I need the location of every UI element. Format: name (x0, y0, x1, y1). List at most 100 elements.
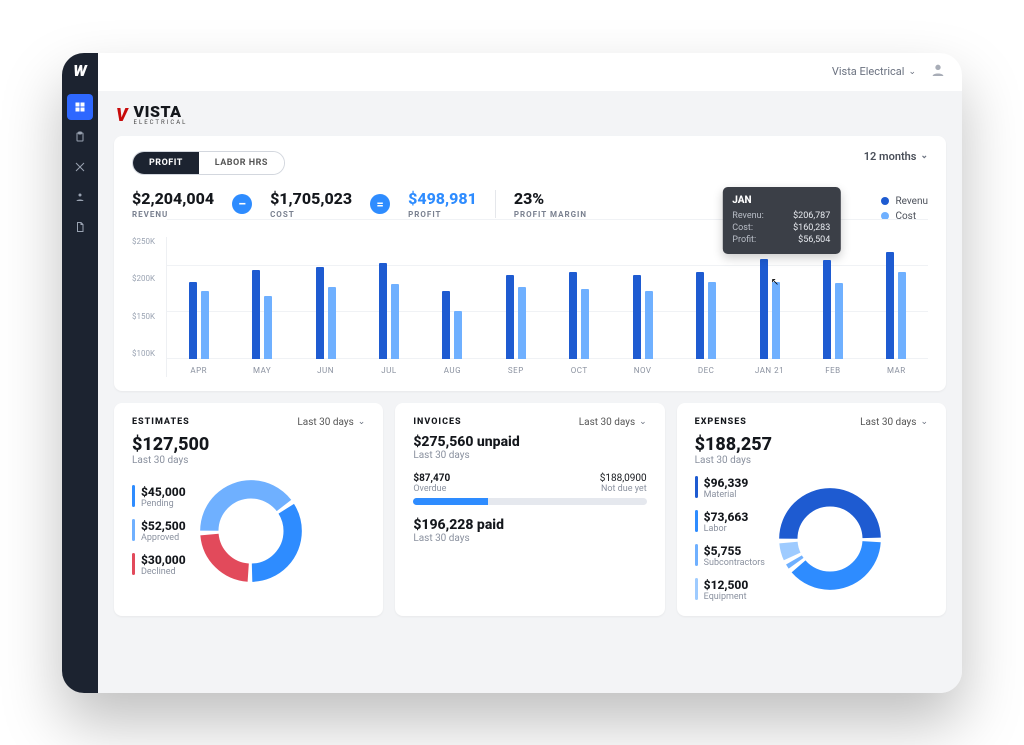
company-logo: V VISTA ELECTRICAL (114, 101, 946, 136)
bar-revenu[interactable] (252, 270, 260, 359)
chart-month[interactable]: JAN 21JANRevenu:$206,787Cost:$160,283Pro… (738, 259, 801, 358)
x-label: FEB (825, 366, 840, 375)
expenses-total-sub: Last 30 days (695, 455, 928, 466)
invoices-split-labels: Overdue Not due yet (413, 484, 646, 494)
stat-value: $5,755 (704, 544, 765, 558)
bar-revenu[interactable] (886, 252, 894, 359)
estimates-card: ESTIMATES Last 30 days⌄ $127,500 Last 30… (114, 403, 383, 616)
x-label: AUG (444, 366, 461, 375)
chart-legend: Revenu Cost (881, 196, 928, 222)
stat-label: Approved (141, 533, 186, 543)
tooltip-title: JAN (732, 195, 830, 206)
kpi-revenue-label: REVENU (132, 210, 214, 219)
kpi-cost: $1,705,023 COST (270, 189, 352, 219)
brand-name: VISTA (134, 105, 188, 119)
y-tick: $100K (132, 349, 166, 358)
stat-item: $12,500Equipment (695, 578, 765, 602)
color-tick (132, 485, 135, 507)
profit-chart-card: PROFIT LABOR HRS 12 months ⌄ $2,204,004 … (114, 136, 946, 391)
chevron-down-icon: ⌄ (920, 151, 928, 161)
bar-cost[interactable] (454, 311, 462, 359)
bar-revenu[interactable] (316, 267, 324, 358)
bar-revenu[interactable] (569, 272, 577, 358)
x-label: NOV (634, 366, 652, 375)
chart-month[interactable]: APR (167, 282, 230, 359)
sidebar: W (62, 53, 98, 693)
stat-value: $12,500 (704, 578, 749, 592)
bar-revenu[interactable] (379, 263, 387, 359)
chart-tooltip: JANRevenu:$206,787Cost:$160,283Profit:$5… (722, 187, 840, 254)
chart-month[interactable]: MAY (230, 270, 293, 359)
bar-revenu[interactable] (442, 291, 450, 358)
bar-revenu[interactable] (823, 260, 831, 358)
x-label: APR (190, 366, 207, 375)
bar-cost[interactable] (835, 283, 843, 359)
color-tick (695, 476, 698, 498)
chart-month[interactable]: OCT (548, 272, 611, 358)
cards-row: ESTIMATES Last 30 days⌄ $127,500 Last 30… (114, 403, 946, 616)
estimates-donut (196, 476, 306, 586)
bar-revenu[interactable] (760, 259, 768, 358)
nav-document[interactable] (67, 214, 93, 240)
nav-clipboard[interactable] (67, 124, 93, 150)
color-tick (132, 519, 135, 541)
bar-cost[interactable] (328, 287, 336, 359)
chart-month[interactable]: FEB (801, 260, 864, 358)
stat-value: $30,000 (141, 553, 186, 567)
bar-cost[interactable] (201, 291, 209, 358)
bar-revenu[interactable] (189, 282, 197, 359)
nav-tools[interactable] (67, 154, 93, 180)
bar-revenu[interactable] (633, 275, 641, 359)
kpi-cost-label: COST (270, 210, 352, 219)
app-frame: W Vista Electrical ⌄ V VISTA ELECTRICAL (62, 53, 962, 693)
kpi-profit-value: $498,981 (408, 189, 477, 208)
chevron-down-icon: ⌄ (639, 417, 647, 427)
expenses-period-selector[interactable]: Last 30 days⌄ (860, 417, 928, 428)
chart-month[interactable]: AUG (421, 291, 484, 358)
x-label: JAN 21 (755, 366, 784, 375)
stat-value: $52,500 (141, 519, 186, 533)
invoices-unpaid: $275,560 unpaid Last 30 days (413, 434, 646, 461)
bar-cost[interactable] (708, 282, 716, 359)
divider (495, 190, 496, 218)
tab-profit[interactable]: PROFIT (133, 152, 199, 174)
stat-label: Labor (704, 524, 749, 534)
tab-labor-hrs[interactable]: LABOR HRS (199, 152, 284, 174)
expenses-total: $188,257 (695, 434, 928, 455)
stat-label: Material (704, 490, 749, 500)
stat-item: $52,500Approved (132, 519, 186, 543)
invoices-period-selector[interactable]: Last 30 days⌄ (579, 417, 647, 428)
stat-label: Equipment (704, 592, 749, 602)
bar-revenu[interactable] (696, 272, 704, 358)
chart-month[interactable]: DEC (674, 272, 737, 358)
bar-revenu[interactable] (506, 275, 514, 359)
bar-cost[interactable] (772, 282, 780, 359)
main-area: Vista Electrical ⌄ V VISTA ELECTRICAL PR… (98, 53, 962, 693)
org-name: Vista Electrical (832, 65, 905, 78)
x-label: MAR (887, 366, 906, 375)
bar-cost[interactable] (518, 287, 526, 359)
bar-cost[interactable] (645, 291, 653, 358)
chart-month[interactable]: SEP (484, 275, 547, 359)
kpi-profit-label: PROFIT (408, 210, 477, 219)
vista-mark-icon: V (116, 105, 128, 126)
estimates-period-selector[interactable]: Last 30 days⌄ (297, 417, 365, 428)
bar-cost[interactable] (391, 284, 399, 358)
chart-month[interactable]: JUL (357, 263, 420, 359)
chart-month[interactable]: NOV (611, 275, 674, 359)
chevron-down-icon: ⌄ (358, 417, 366, 427)
bar-cost[interactable] (264, 296, 272, 358)
bar-cost[interactable] (581, 289, 589, 359)
nav-people[interactable] (67, 184, 93, 210)
estimates-total: $127,500 (132, 434, 365, 455)
x-label: DEC (698, 366, 715, 375)
chart-month[interactable]: JUN (294, 267, 357, 358)
range-selector[interactable]: 12 months ⌄ (864, 150, 928, 163)
user-avatar-icon[interactable] (930, 62, 946, 81)
chart-month[interactable]: MAR (865, 252, 928, 359)
bar-cost[interactable] (898, 272, 906, 358)
nav-dashboard[interactable] (67, 94, 93, 120)
plot[interactable]: APRMAYJUNJULAUGSEPOCTNOVDECJAN 21JANReve… (166, 237, 928, 377)
org-switcher[interactable]: Vista Electrical ⌄ (832, 65, 916, 78)
stat-item: $73,663Labor (695, 510, 765, 534)
